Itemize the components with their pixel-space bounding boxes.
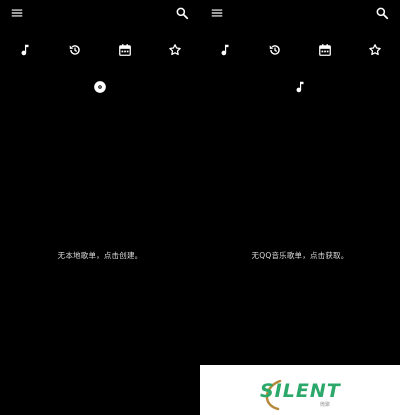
watermark-logo: SILENT 微聚: [200, 365, 400, 415]
tab-calendar-icon[interactable]: [318, 43, 332, 57]
local-playlists-screen: 无本地歌单，点击创建。: [0, 0, 200, 415]
qq-music-playlists-screen: 无QQ音乐歌单，点击获取。: [200, 0, 400, 415]
tab-music-note-icon[interactable]: [218, 43, 232, 57]
search-icon[interactable]: [175, 6, 189, 20]
watermark-subtext: 微聚: [320, 402, 331, 408]
tab-calendar-icon[interactable]: [118, 43, 132, 57]
tab-music-note-icon[interactable]: [18, 43, 32, 57]
disc-icon: [93, 80, 107, 94]
tab-history-icon[interactable]: [268, 43, 282, 57]
screenshot-stage: 无本地歌单，点击创建。 无QQ音乐歌单，点击获取。 SILENT 微聚: [0, 0, 400, 415]
menu-icon[interactable]: [10, 6, 24, 20]
music-note-icon: [293, 80, 307, 94]
empty-playlist-message[interactable]: 无QQ音乐歌单，点击获取。: [200, 250, 400, 261]
empty-playlist-message[interactable]: 无本地歌单，点击创建。: [0, 250, 200, 261]
tab-star-icon[interactable]: [168, 43, 182, 57]
tab-history-icon[interactable]: [68, 43, 82, 57]
search-icon[interactable]: [375, 6, 389, 20]
tab-star-icon[interactable]: [368, 43, 382, 57]
menu-icon[interactable]: [210, 6, 224, 20]
watermark-text: SILENT: [260, 380, 341, 402]
